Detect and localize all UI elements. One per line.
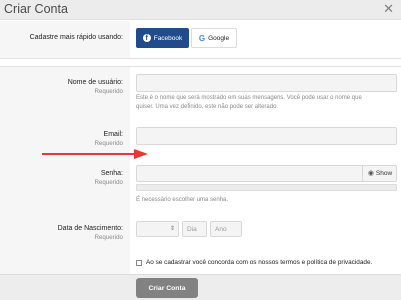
dialog-title: Criar Conta [4, 2, 68, 16]
terms-text: Ao se cadastrar você concorda com os nos… [146, 259, 373, 266]
password-input[interactable] [136, 165, 397, 182]
section-divider [0, 58, 401, 59]
password-label: Senha: [100, 170, 123, 177]
username-required: Requerido [94, 88, 123, 95]
username-hint-line1: Este é o nome que será mostrado em suas … [136, 95, 362, 101]
facebook-icon: f [142, 34, 151, 42]
terms-checkbox[interactable] [136, 260, 142, 266]
annotation-arrow-icon [42, 149, 148, 159]
password-hint: É necessário escolher uma senha. [136, 197, 229, 203]
username-label: Nome de usuário: [67, 79, 123, 86]
email-input[interactable] [136, 127, 397, 145]
dob-day-input[interactable]: Dia [182, 221, 207, 237]
show-password-button[interactable]: ◉ Show [362, 165, 397, 181]
dialog-titlebar: Criar Conta ✕ [0, 0, 401, 20]
dob-label: Data de Nascimento: [57, 225, 123, 232]
dob-year-placeholder: Ano [215, 225, 227, 233]
create-account-button[interactable]: Criar Conta [136, 278, 198, 298]
facebook-button-label: Facebook [153, 34, 183, 42]
google-icon: G [198, 33, 206, 43]
username-hint-line2: quiser. Uma vez definido, este não pode … [136, 104, 279, 110]
google-button[interactable]: G Google [191, 28, 237, 48]
username-input[interactable] [136, 74, 397, 92]
dob-month-select[interactable]: ⇕ [136, 221, 179, 237]
password-strength-meter [136, 184, 397, 191]
show-password-label: Show [375, 169, 393, 177]
dob-required: Requerido [94, 234, 123, 241]
dialog-footer [0, 274, 401, 300]
email-required: Requerido [94, 140, 123, 147]
dob-year-input[interactable]: Ano [210, 221, 242, 237]
dob-day-placeholder: Dia [187, 225, 197, 233]
facebook-button[interactable]: f Facebook [136, 28, 189, 48]
password-required: Requerido [94, 179, 123, 186]
section-divider [0, 66, 401, 67]
google-button-label: Google [208, 34, 230, 42]
eye-icon: ◉ [367, 170, 374, 177]
social-label: Cadastre mais rápido usando: [29, 34, 123, 41]
select-caret-icon: ⇕ [169, 226, 175, 232]
close-icon[interactable]: ✕ [383, 1, 394, 17]
email-label: Email: [103, 131, 123, 138]
